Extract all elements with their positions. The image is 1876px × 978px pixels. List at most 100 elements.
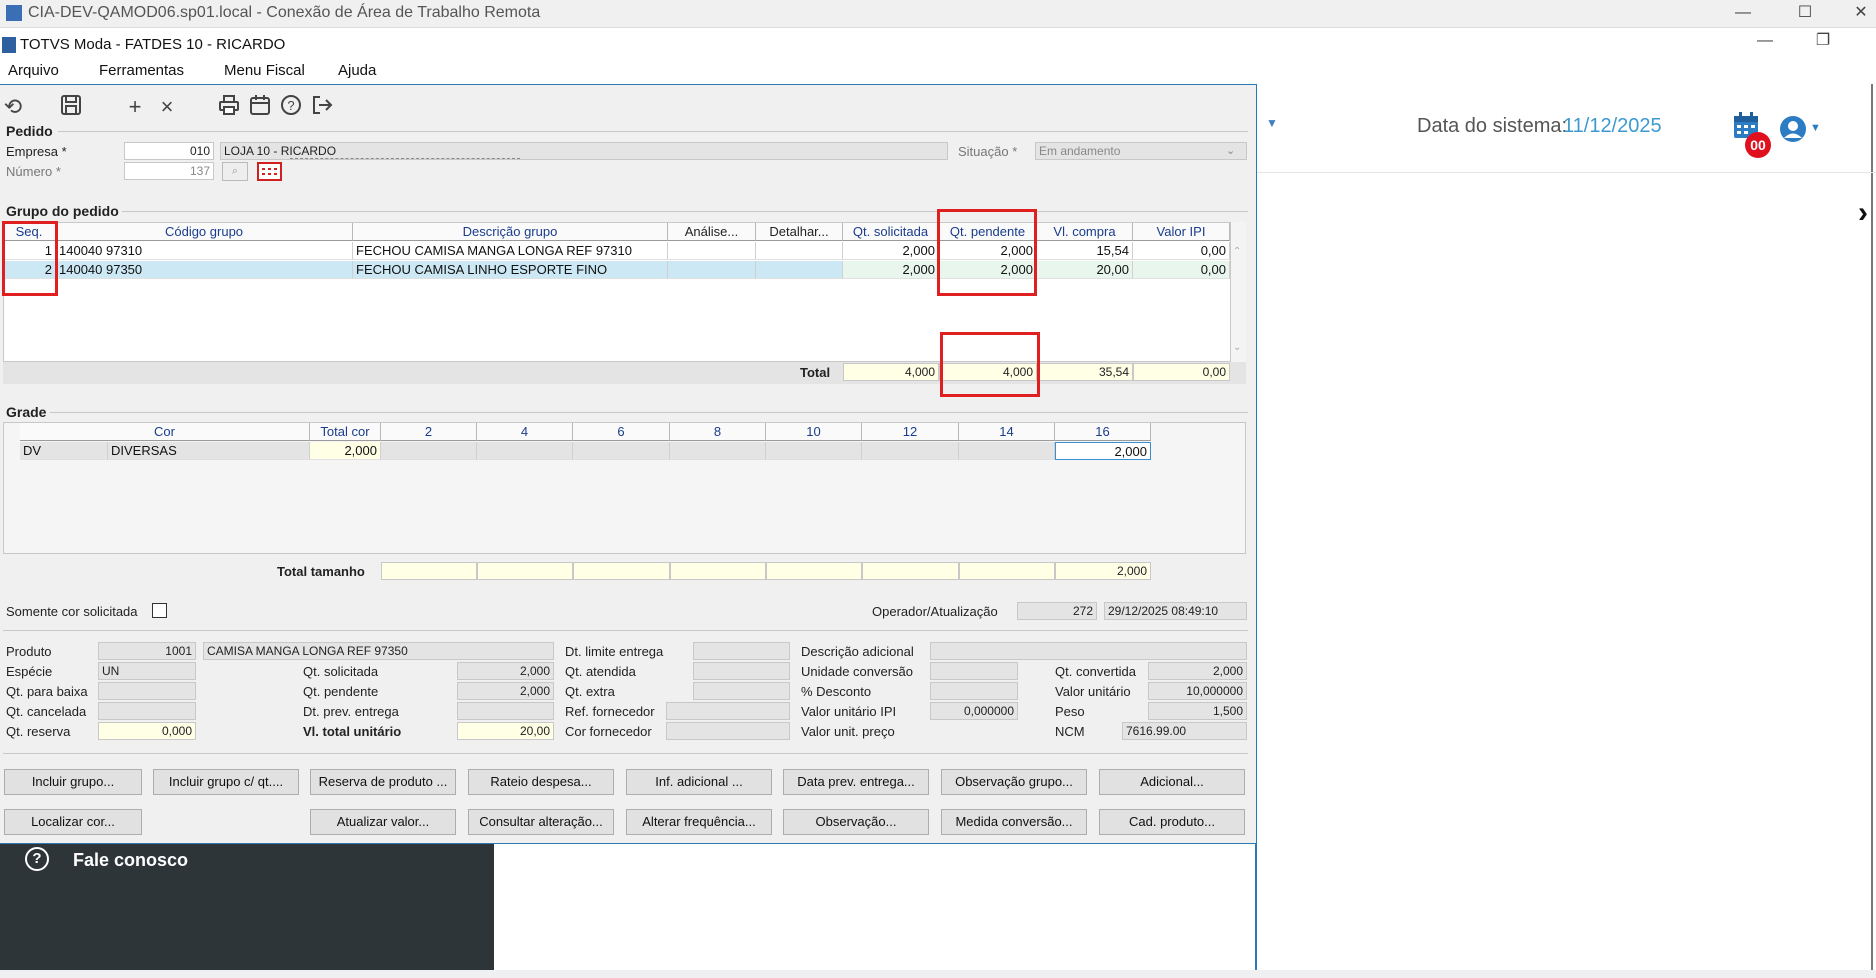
grade-col-total-cor-header[interactable]: Total cor bbox=[310, 423, 381, 441]
row2-qt-solicitada[interactable]: 2,000 bbox=[843, 261, 939, 279]
grade-cell-14[interactable] bbox=[959, 442, 1055, 460]
row1-valor-ipi[interactable]: 0,00 bbox=[1133, 242, 1230, 260]
fale-conosco-link[interactable]: Fale conosco bbox=[73, 850, 188, 871]
observacao-button[interactable]: Observação... bbox=[783, 809, 929, 835]
col-analise-header[interactable]: Análise... bbox=[668, 223, 756, 241]
grade-col-cor-header[interactable]: Cor bbox=[20, 423, 310, 441]
refresh-icon[interactable]: ⟲ bbox=[0, 94, 26, 120]
grade-col-2-header[interactable]: 2 bbox=[381, 423, 477, 441]
row1-detalhar[interactable] bbox=[756, 242, 843, 260]
col-qt-solicitada-header[interactable]: Qt. solicitada bbox=[843, 223, 939, 241]
help-icon[interactable]: ? bbox=[278, 94, 304, 120]
search-numero-icon[interactable]: ⌕ bbox=[222, 162, 248, 181]
grade-col-10-header[interactable]: 10 bbox=[766, 423, 862, 441]
user-menu-caret-icon[interactable]: ▼ bbox=[1810, 122, 1821, 134]
print-icon[interactable] bbox=[216, 94, 242, 120]
total-tamanho-4 bbox=[477, 562, 573, 580]
numero-field[interactable]: 137 bbox=[124, 162, 214, 180]
col-valor-ipi-header[interactable]: Valor IPI bbox=[1133, 223, 1230, 241]
adicional-button[interactable]: Adicional... bbox=[1099, 769, 1245, 795]
grade-col-14-header[interactable]: 14 bbox=[959, 423, 1055, 441]
grade-cell-4[interactable] bbox=[477, 442, 573, 460]
qt-reserva-label: Qt. reserva bbox=[6, 724, 71, 739]
grupo-grid-scrollbar[interactable] bbox=[1231, 222, 1246, 362]
grade-cell-6[interactable] bbox=[573, 442, 670, 460]
empresa-code-field[interactable]: 010 bbox=[124, 142, 214, 160]
grade-cell-2[interactable] bbox=[381, 442, 477, 460]
grade-col-8-header[interactable]: 8 bbox=[670, 423, 766, 441]
situacao-select[interactable]: Em andamento bbox=[1035, 142, 1247, 160]
close-icon[interactable]: × bbox=[154, 94, 180, 120]
chevron-right-icon[interactable]: › bbox=[1858, 196, 1868, 230]
help-circle-icon[interactable]: ? bbox=[25, 847, 49, 871]
scroll-down-icon[interactable]: ⌄ bbox=[1233, 342, 1241, 353]
row2-detalhar[interactable] bbox=[756, 261, 843, 279]
grade-col-6-header[interactable]: 6 bbox=[573, 423, 670, 441]
alterar-frequencia-button[interactable]: Alterar frequência... bbox=[626, 809, 772, 835]
grade-cor-code[interactable]: DV bbox=[20, 442, 108, 460]
user-avatar-icon[interactable] bbox=[1779, 115, 1807, 143]
qt-atendida-field bbox=[693, 662, 790, 680]
grade-col-16-header[interactable]: 16 bbox=[1055, 423, 1151, 441]
medida-conversao-button[interactable]: Medida conversão... bbox=[941, 809, 1087, 835]
inf-adicional-button[interactable]: Inf. adicional ... bbox=[626, 769, 772, 795]
consultar-alteracao-button[interactable]: Consultar alteração... bbox=[468, 809, 614, 835]
grade-cor-name[interactable]: DIVERSAS bbox=[108, 442, 310, 460]
grade-cell-8[interactable] bbox=[670, 442, 766, 460]
menu-ferramentas[interactable]: Ferramentas bbox=[99, 62, 184, 79]
qt-extra-field bbox=[693, 682, 790, 700]
calendar-toolbar-icon[interactable] bbox=[247, 94, 273, 120]
row1-qt-solicitada[interactable]: 2,000 bbox=[843, 242, 939, 260]
incluir-grupo-qt-button[interactable]: Incluir grupo c/ qt.... bbox=[153, 769, 299, 795]
app-restore-button[interactable]: ❐ bbox=[1800, 30, 1846, 54]
col-vl-compra-header[interactable]: Vl. compra bbox=[1037, 223, 1133, 241]
localizar-cor-button[interactable]: Localizar cor... bbox=[4, 809, 142, 835]
grade-col-12-header[interactable]: 12 bbox=[862, 423, 959, 441]
col-codigo-header[interactable]: Código grupo bbox=[56, 223, 353, 241]
web-page-border bbox=[1871, 84, 1873, 978]
row1-vl-compra[interactable]: 15,54 bbox=[1037, 242, 1133, 260]
cad-produto-button[interactable]: Cad. produto... bbox=[1099, 809, 1245, 835]
row1-descricao[interactable]: FECHOU CAMISA MANGA LONGA REF 97310 bbox=[353, 242, 668, 260]
rdp-minimize-button[interactable]: — bbox=[1720, 2, 1766, 26]
row1-analise[interactable] bbox=[668, 242, 756, 260]
rdp-close-button[interactable]: ✕ bbox=[1838, 2, 1876, 26]
grade-cell-10[interactable] bbox=[766, 442, 862, 460]
pedido-divider bbox=[58, 131, 1248, 132]
qt-pendente-label: Qt. pendente bbox=[303, 684, 379, 699]
grade-cell-12[interactable] bbox=[862, 442, 959, 460]
observacao-grupo-button[interactable]: Observação grupo... bbox=[941, 769, 1087, 795]
add-icon[interactable]: + bbox=[122, 94, 148, 120]
menu-fiscal[interactable]: Menu Fiscal bbox=[224, 62, 305, 79]
grade-total-cor[interactable]: 2,000 bbox=[310, 442, 381, 460]
col-detalhar-header[interactable]: Detalhar... bbox=[756, 223, 843, 241]
situacao-dropdown-icon[interactable]: ⌄ bbox=[1226, 144, 1235, 157]
row2-valor-ipi[interactable]: 0,00 bbox=[1133, 261, 1230, 279]
calendar-red-icon[interactable] bbox=[257, 162, 282, 181]
row2-codigo[interactable]: 140040 97350 bbox=[56, 261, 353, 279]
caret-down-icon[interactable]: ▼ bbox=[1266, 116, 1278, 130]
row2-analise[interactable] bbox=[668, 261, 756, 279]
row2-vl-compra[interactable]: 20,00 bbox=[1037, 261, 1133, 279]
exit-icon[interactable] bbox=[309, 94, 335, 120]
reserva-produto-button[interactable]: Reserva de produto ... bbox=[310, 769, 456, 795]
save-icon[interactable] bbox=[58, 94, 84, 120]
row2-descricao[interactable]: FECHOU CAMISA LINHO ESPORTE FINO bbox=[353, 261, 668, 279]
row1-codigo[interactable]: 140040 97310 bbox=[56, 242, 353, 260]
atualizar-valor-button[interactable]: Atualizar valor... bbox=[310, 809, 456, 835]
somente-cor-checkbox[interactable] bbox=[152, 603, 167, 618]
app-minimize-button[interactable]: — bbox=[1742, 30, 1788, 54]
qt-baixa-field bbox=[98, 682, 196, 700]
rateio-despesa-button[interactable]: Rateio despesa... bbox=[468, 769, 614, 795]
rdp-maximize-button[interactable]: ☐ bbox=[1782, 2, 1828, 26]
menu-ajuda[interactable]: Ajuda bbox=[338, 62, 376, 79]
scroll-up-icon[interactable]: ⌃ bbox=[1233, 246, 1241, 257]
incluir-grupo-button[interactable]: Incluir grupo... bbox=[4, 769, 142, 795]
total-valor-ipi: 0,00 bbox=[1133, 363, 1230, 381]
col-descricao-header[interactable]: Descrição grupo bbox=[353, 223, 668, 241]
grade-cell-16[interactable]: 2,000 bbox=[1055, 442, 1151, 460]
cor-fornecedor-field bbox=[666, 722, 790, 740]
data-prev-entrega-button[interactable]: Data prev. entrega... bbox=[783, 769, 929, 795]
grade-col-4-header[interactable]: 4 bbox=[477, 423, 573, 441]
menu-arquivo[interactable]: Arquivo bbox=[8, 62, 59, 79]
